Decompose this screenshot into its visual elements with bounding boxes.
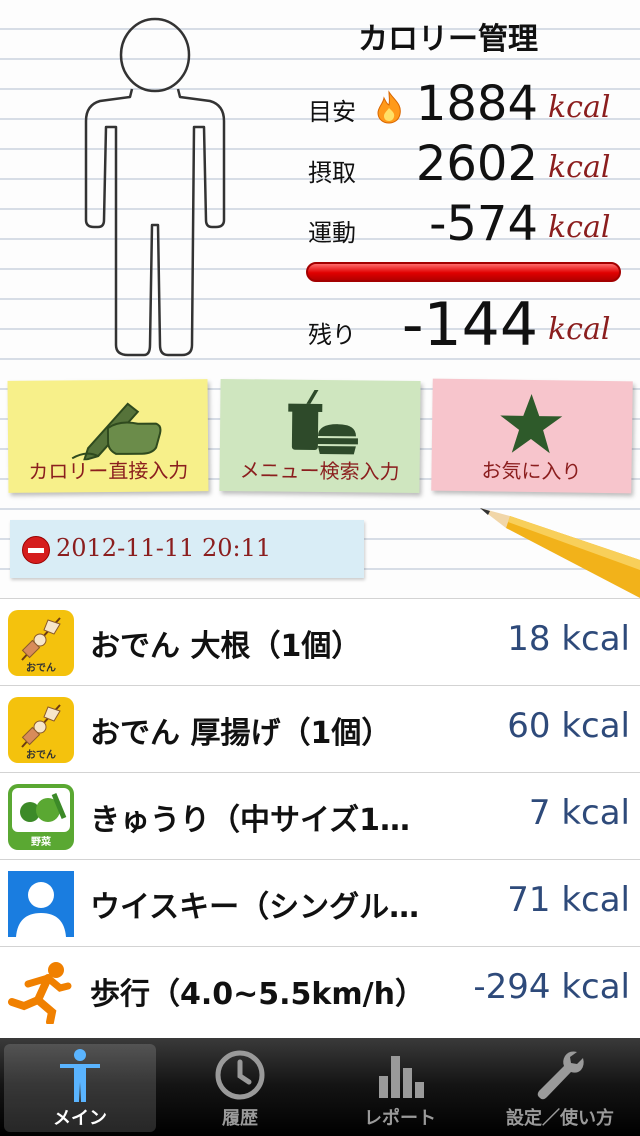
icon-caption: おでん — [26, 750, 56, 761]
page-title: カロリー管理 — [358, 22, 538, 57]
date-text: 2012-11-11 20:11 — [56, 534, 272, 562]
exercise-label: 運動 — [308, 219, 356, 247]
entry-kcal: 71 kcal — [507, 880, 630, 920]
date-selector[interactable]: 2012-11-11 20:11 — [10, 520, 364, 578]
entry-name: きゅうり（中サイズ1… — [90, 803, 410, 838]
entry-kcal: 18 kcal — [507, 619, 630, 659]
tab-history[interactable]: 履歴 — [160, 1038, 320, 1136]
fast-food-icon — [288, 389, 358, 455]
person-icon — [60, 1049, 100, 1102]
direct-calorie-input-button[interactable]: カロリー直接入力 — [7, 379, 209, 493]
summary-panel: カロリー管理 目安 1884 kcal 摂取 2602 kcal 運動 -574… — [0, 0, 640, 598]
direct-calorie-input-label: カロリー直接入力 — [28, 458, 189, 484]
icon-caption: 野菜 — [31, 837, 51, 848]
bar-chart-icon — [379, 1056, 424, 1098]
entry-kcal: -294 kcal — [473, 967, 630, 1007]
tab-settings[interactable]: 設定／使い方 — [480, 1038, 640, 1136]
wrench-icon — [537, 1051, 584, 1100]
intake-unit: kcal — [548, 150, 611, 185]
tab-bar: メイン 履歴 レポート 設定／使い方 — [0, 1038, 640, 1136]
calorie-progress-bar — [306, 262, 621, 282]
tab-history-label: 履歴 — [222, 1108, 258, 1129]
list-item[interactable]: 歩行（4.0~5.5km/h） -294 kcal — [0, 946, 640, 1038]
body-figure-icon — [84, 17, 226, 357]
exercise-value: -574 — [429, 196, 538, 252]
entry-name: おでん 大根（1個） — [90, 629, 362, 664]
clock-icon — [215, 1050, 265, 1100]
tab-main-label: メイン — [53, 1108, 107, 1129]
menu-search-input-button[interactable]: メニュー検索入力 — [219, 378, 421, 494]
tab-report-label: レポート — [364, 1108, 436, 1129]
target-label: 目安 — [308, 98, 356, 126]
menu-search-input-label: メニュー検索入力 — [239, 458, 400, 484]
vegetable-icon: 野菜 — [8, 784, 74, 850]
entry-kcal: 60 kcal — [507, 706, 630, 746]
favorites-button[interactable]: お気に入り — [431, 378, 633, 494]
intake-label: 摂取 — [308, 159, 356, 187]
pencil-icon — [480, 508, 640, 598]
icon-caption: おでん — [26, 663, 56, 674]
tab-main[interactable]: メイン — [0, 1038, 160, 1136]
target-unit: kcal — [548, 90, 611, 125]
list-item[interactable]: ウイスキー（シングル… 71 kcal — [0, 859, 640, 946]
tab-settings-label: 設定／使い方 — [506, 1108, 614, 1129]
entry-kcal: 7 kcal — [528, 793, 630, 833]
oden-icon: おでん — [8, 610, 74, 676]
hand-writing-icon — [71, 402, 162, 461]
tab-report[interactable]: レポート — [320, 1038, 480, 1136]
delete-icon[interactable] — [22, 536, 50, 564]
favorites-label: お気に入り — [481, 458, 582, 484]
star-icon — [500, 393, 563, 454]
entry-name: おでん 厚揚げ（1個） — [90, 716, 392, 751]
remaining-value: -144 — [401, 290, 538, 360]
entry-name: ウイスキー（シングル… — [90, 890, 420, 925]
entry-name: 歩行（4.0~5.5km/h） — [90, 977, 425, 1012]
remaining-label: 残り — [308, 321, 356, 349]
person-silhouette-icon — [8, 871, 74, 937]
exercise-unit: kcal — [548, 210, 611, 245]
remaining-unit: kcal — [548, 312, 611, 347]
list-item[interactable]: 野菜 きゅうり（中サイズ1… 7 kcal — [0, 772, 640, 859]
intake-value: 2602 — [415, 136, 538, 192]
running-icon — [8, 958, 74, 1024]
list-item[interactable]: おでん おでん 厚揚げ（1個） 60 kcal — [0, 685, 640, 772]
oden-icon: おでん — [8, 697, 74, 763]
target-value: 1884 — [415, 76, 538, 132]
list-item[interactable]: おでん おでん 大根（1個） 18 kcal — [0, 598, 640, 685]
